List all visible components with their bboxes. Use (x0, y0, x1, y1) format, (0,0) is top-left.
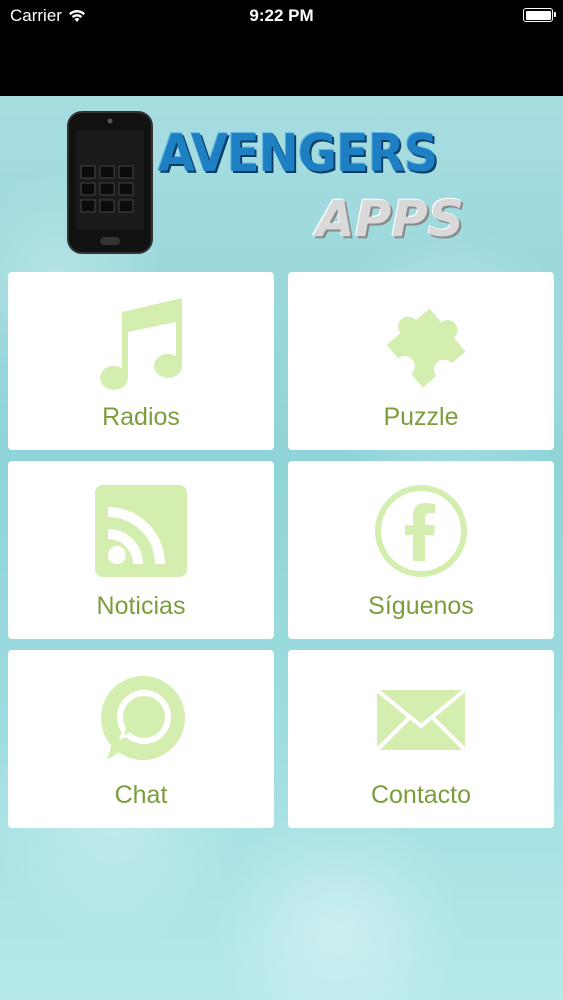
siguenos-tile[interactable]: Síguenos (288, 461, 554, 639)
app-logo: AVENGERS APPS (66, 110, 496, 260)
status-time: 9:22 PM (249, 6, 314, 25)
envelope-icon (375, 688, 467, 752)
music-note-icon (100, 298, 182, 390)
siguenos-label: Síguenos (368, 592, 474, 620)
logo-apps-text: APPS (316, 190, 464, 248)
radios-label: Radios (102, 403, 180, 431)
puzzle-tile[interactable]: Puzzle (288, 272, 554, 450)
status-bar: Carrier 9:22 PM (0, 0, 563, 96)
facebook-icon (375, 485, 467, 577)
contacto-label: Contacto (370, 781, 472, 809)
phone-icon (67, 111, 153, 254)
chat-bubble-icon (101, 676, 185, 760)
noticias-label: Noticias (96, 592, 186, 620)
noticias-tile[interactable]: Noticias (8, 461, 274, 639)
chat-tile[interactable]: Chat (8, 650, 274, 828)
chat-label: Chat (114, 781, 168, 809)
radios-tile[interactable]: Radios (8, 272, 274, 450)
puzzle-piece-icon (386, 308, 466, 388)
battery-icon (523, 8, 556, 22)
logo-brand-text: AVENGERS (158, 124, 438, 184)
puzzle-label: Puzzle (383, 403, 459, 431)
contacto-tile[interactable]: Contacto (288, 650, 554, 828)
rss-icon (95, 485, 187, 577)
